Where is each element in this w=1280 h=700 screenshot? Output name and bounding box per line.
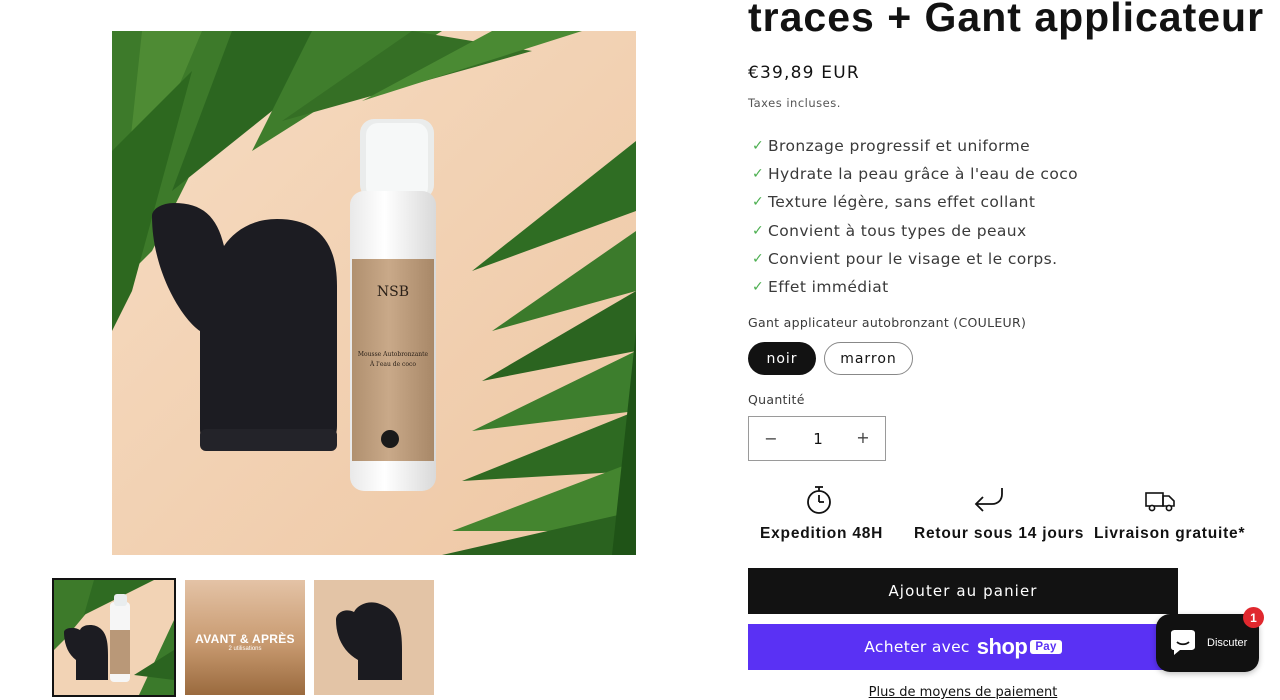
feature-item: ✓ Bronzage progressif et uniforme [752, 132, 1078, 160]
thumbnail-1[interactable] [52, 578, 176, 697]
feature-text: Hydrate la peau grâce à l'eau de coco [768, 165, 1079, 184]
feature-item: ✓ Effet immédiat [752, 273, 1078, 301]
product-price: €39,89 EUR [748, 63, 860, 83]
perk-shipping: Expedition 48H [760, 484, 884, 543]
check-icon: ✓ [752, 194, 765, 211]
thumbnail-3[interactable] [314, 580, 434, 695]
chat-label: Discuter [1207, 637, 1248, 649]
quantity-increase-button[interactable]: + [855, 428, 871, 447]
thumbnail-1-image [54, 580, 174, 695]
perk-label: Livraison gratuite* [1094, 525, 1246, 542]
perk-label: Expedition 48H [760, 525, 884, 542]
quantity-stepper: − 1 + [748, 416, 886, 461]
check-icon: ✓ [752, 250, 765, 267]
shop-pay-button[interactable]: Acheter avec shop Pay [748, 624, 1178, 670]
variant-option-noir[interactable]: noir [748, 342, 816, 375]
perk-label: Retour sous 14 jours [914, 525, 1085, 542]
thumbnail-3-image [314, 580, 434, 695]
product-main-image[interactable]: NSB Mousse Autobronzante À l'eau de coco [112, 31, 636, 555]
perk-free-delivery: Livraison gratuite* [1094, 484, 1246, 543]
return-arrow-icon [974, 488, 1003, 512]
thumbnail-2-caption: AVANT & APRÈS [195, 632, 295, 646]
shop-pay-text: Acheter avec [864, 638, 970, 656]
chat-notification-badge: 1 [1243, 607, 1264, 628]
pay-badge: Pay [1030, 640, 1062, 654]
feature-text: Bronzage progressif et uniforme [768, 137, 1031, 156]
feature-item: ✓ Texture légère, sans effet collant [752, 188, 1078, 216]
tax-note: Taxes incluses. [748, 96, 841, 110]
feature-list: ✓ Bronzage progressif et uniforme ✓ Hydrat… [752, 132, 1078, 301]
perk-returns: Retour sous 14 jours [914, 484, 1085, 543]
product-photo: NSB Mousse Autobronzante À l'eau de coco [112, 31, 636, 555]
feature-text: Texture légère, sans effet collant [768, 193, 1036, 212]
bottle-label-line2: À l'eau de coco [369, 361, 416, 368]
feature-item: ✓ Convient à tous types de peaux [752, 217, 1078, 245]
thumbnail-2[interactable]: AVANT & APRÈS 2 utilisations [185, 580, 305, 695]
chat-bubble-icon [1171, 630, 1195, 655]
variant-option-marron[interactable]: marron [824, 342, 913, 375]
thumbnail-2-subcaption: 2 utilisations [228, 646, 262, 652]
shop-logo: shop [976, 634, 1028, 659]
add-to-cart-button[interactable]: Ajouter au panier [748, 568, 1178, 614]
feature-item: ✓ Hydrate la peau grâce à l'eau de coco [752, 160, 1078, 188]
quantity-decrease-button[interactable]: − [763, 429, 779, 448]
bottle-label-line1: Mousse Autobronzante [358, 351, 429, 358]
feature-text: Effet immédiat [768, 278, 889, 297]
bottle-brand-text: NSB [377, 284, 409, 300]
check-icon: ✓ [752, 138, 765, 155]
feature-text: Convient à tous types de peaux [768, 221, 1027, 240]
quantity-input[interactable]: 1 [799, 430, 837, 448]
feature-text: Convient pour le visage et le corps. [768, 249, 1058, 268]
product-title: traces + Gant applicateur [748, 0, 1265, 40]
check-icon: ✓ [752, 222, 765, 239]
truck-icon [1145, 492, 1175, 512]
quantity-label: Quantité [748, 392, 805, 407]
check-icon: ✓ [752, 279, 765, 296]
check-icon: ✓ [752, 166, 765, 183]
feature-item: ✓ Convient pour le visage et le corps. [752, 245, 1078, 273]
variant-label: Gant applicateur autobronzant (COULEUR) [748, 315, 1027, 330]
stopwatch-icon [807, 486, 831, 514]
